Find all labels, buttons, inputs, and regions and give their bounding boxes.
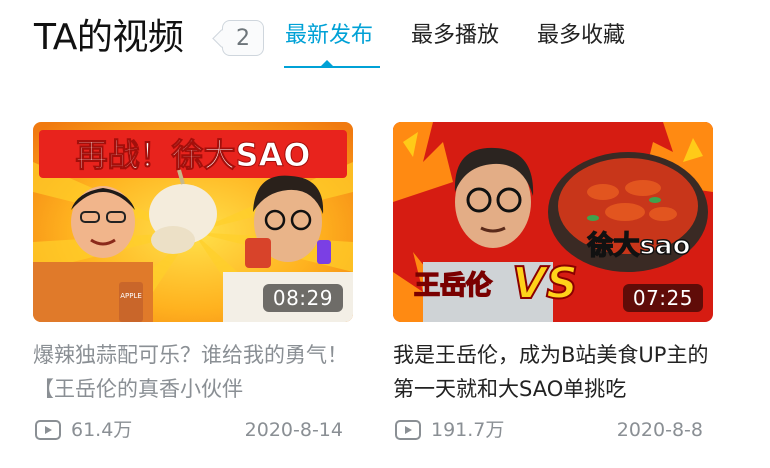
view-count: 61.4万 bbox=[71, 419, 133, 441]
video-title[interactable]: 我是王岳伦，成为B站美食UP主的第一天就和大SAO单挑吃 bbox=[393, 338, 715, 406]
video-thumbnail[interactable]: 再战！徐大SAO APPLE 08:29 bbox=[33, 122, 353, 322]
video-thumbnail[interactable]: 王岳伦 VS 徐大sao 07:25 bbox=[393, 122, 713, 322]
product-label: APPLE bbox=[120, 292, 142, 300]
thumbnail-vs: VS bbox=[512, 258, 578, 309]
video-duration: 08:29 bbox=[262, 284, 343, 312]
view-count: 191.7万 bbox=[431, 419, 505, 441]
active-tab-indicator bbox=[284, 66, 380, 68]
section-title: TA的视频 bbox=[34, 17, 184, 58]
publish-date: 2020-8-14 bbox=[244, 419, 343, 441]
video-count-badge: 2 bbox=[222, 20, 264, 56]
play-count-icon bbox=[35, 420, 61, 445]
videos-header: TA的视频 2 最新发布 最多播放 最多收藏 bbox=[0, 0, 770, 80]
video-meta: 61.4万 2020-8-14 bbox=[33, 416, 355, 444]
active-tab-caret bbox=[321, 60, 333, 66]
tab-most-played[interactable]: 最多播放 bbox=[411, 20, 499, 52]
thumbnail-caption-right: 徐大sao bbox=[587, 230, 691, 261]
video-card[interactable]: 再战！徐大SAO APPLE 08:29 爆辣独蒜配可乐？谁给我的勇气！【王岳伦 bbox=[33, 122, 355, 444]
tab-most-favorited[interactable]: 最多收藏 bbox=[537, 20, 625, 52]
video-meta: 191.7万 2020-8-8 bbox=[393, 416, 715, 444]
thumbnail-caption: 再战！徐大SAO bbox=[75, 136, 310, 174]
video-card[interactable]: 王岳伦 VS 徐大sao 07:25 我是王岳伦，成为B站美食UP主的第一天就和… bbox=[393, 122, 715, 444]
thumbnail-caption-left: 王岳伦 bbox=[414, 270, 493, 301]
video-duration: 07:25 bbox=[622, 284, 703, 312]
play-count-icon bbox=[395, 420, 421, 445]
tab-latest[interactable]: 最新发布 bbox=[285, 20, 373, 52]
publish-date: 2020-8-8 bbox=[616, 419, 703, 441]
video-title[interactable]: 爆辣独蒜配可乐？谁给我的勇气！【王岳伦的真香小伙伴 bbox=[33, 338, 355, 406]
